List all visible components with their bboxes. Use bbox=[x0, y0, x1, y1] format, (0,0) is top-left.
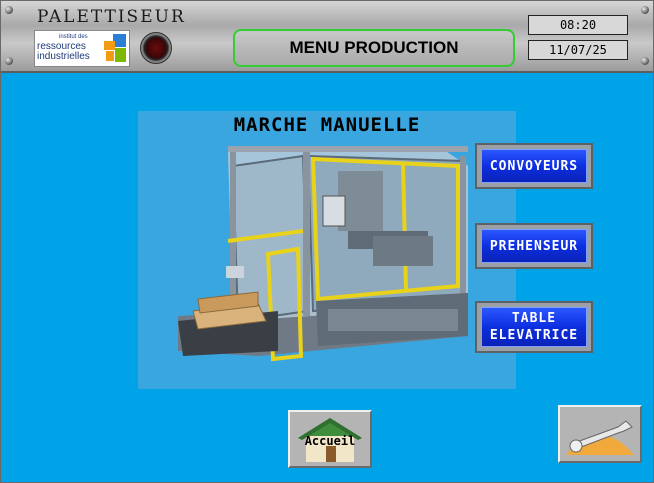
palletizer-machine-image bbox=[138, 111, 516, 389]
screen-frame: PALETTISEUR institut des ressources indu… bbox=[0, 0, 654, 483]
wrench-icon bbox=[566, 420, 634, 455]
maintenance-button[interactable] bbox=[558, 405, 642, 463]
screw-icon bbox=[5, 57, 13, 65]
screw-icon bbox=[5, 6, 13, 14]
date-display: 11/07/25 bbox=[528, 40, 628, 60]
home-button-label: Accueil bbox=[304, 434, 356, 448]
screw-icon bbox=[641, 6, 649, 14]
company-logo: institut des ressources industrielles bbox=[34, 30, 130, 67]
table-elevatrice-button-label: TABLE ELEVATRICE bbox=[481, 307, 587, 347]
convoyeurs-button-label: CONVOYEURS bbox=[481, 149, 587, 183]
convoyeurs-button[interactable]: CONVOYEURS bbox=[475, 143, 593, 189]
logo-line-3: industrielles bbox=[37, 51, 90, 62]
app-title: PALETTISEUR bbox=[37, 7, 186, 27]
table-elevatrice-button[interactable]: TABLE ELEVATRICE bbox=[475, 301, 593, 353]
preheneur-button[interactable]: PREHENSEUR bbox=[475, 223, 593, 269]
screen-title: MENU PRODUCTION bbox=[233, 29, 515, 67]
section-title: MARCHE MANUELLE bbox=[233, 114, 421, 136]
status-lamp-icon bbox=[140, 32, 172, 64]
time-display: 08:20 bbox=[528, 15, 628, 35]
logo-mark-icon bbox=[104, 34, 126, 62]
header-bar: PALETTISEUR institut des ressources indu… bbox=[1, 1, 653, 73]
screw-icon bbox=[641, 57, 649, 65]
prehenseur-button-label: PREHENSEUR bbox=[481, 229, 587, 263]
home-button[interactable]: Accueil bbox=[288, 410, 372, 468]
